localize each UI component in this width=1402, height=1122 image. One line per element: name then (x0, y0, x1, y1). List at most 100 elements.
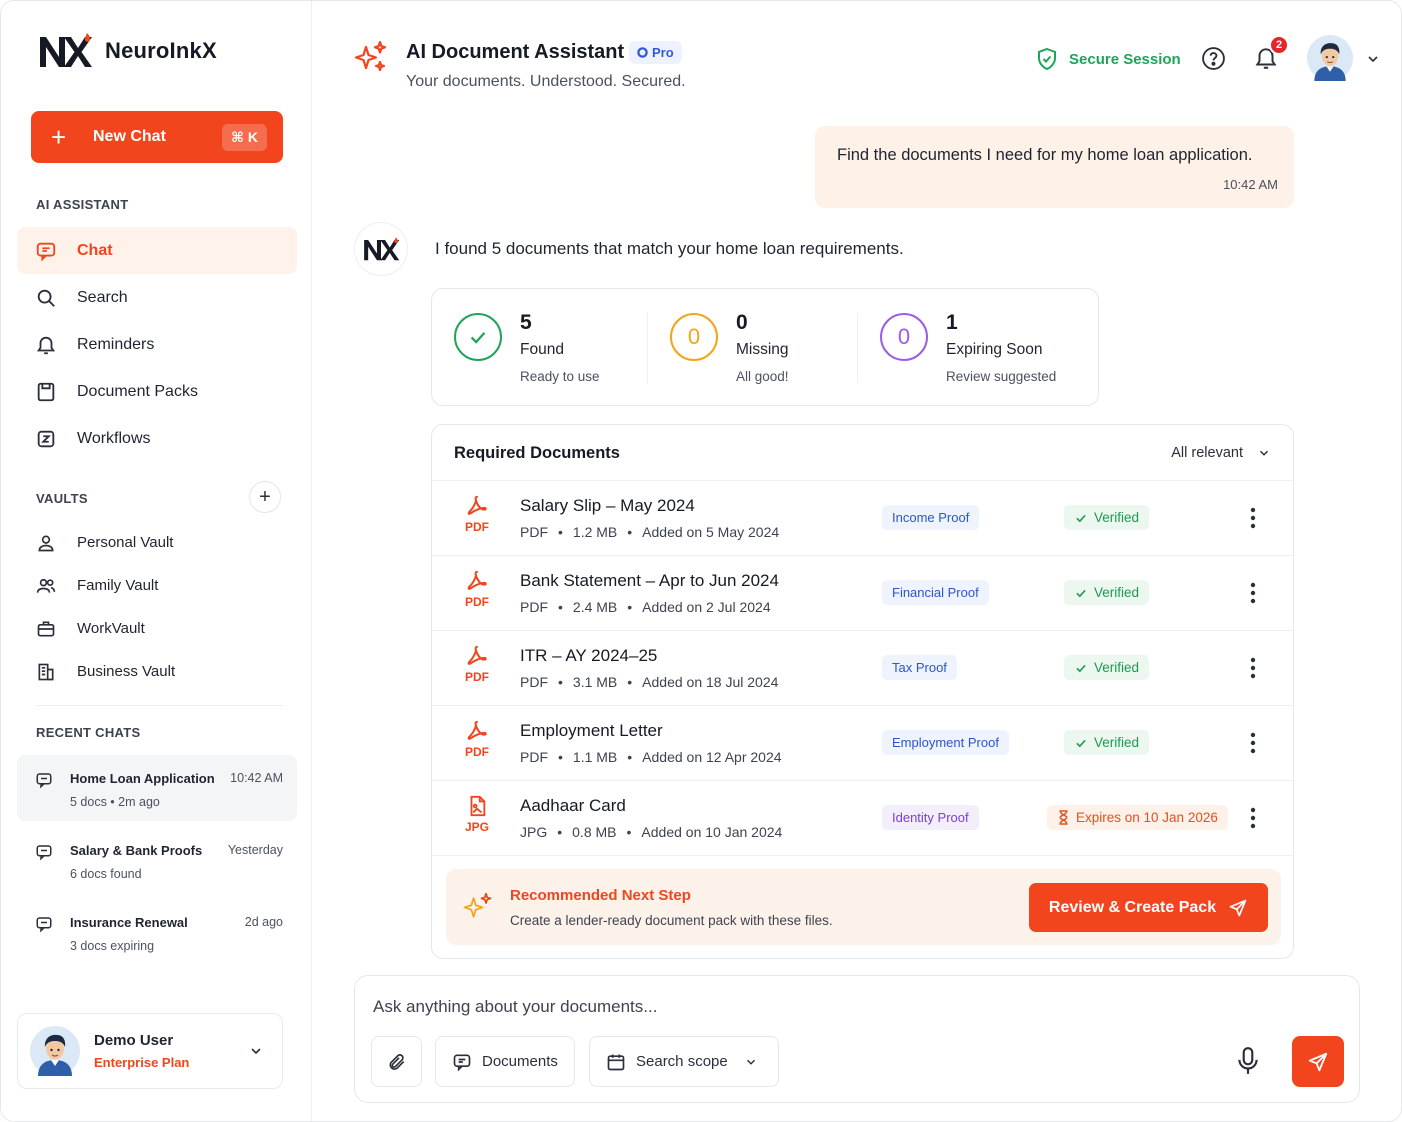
more-options-icon[interactable] (1250, 732, 1256, 754)
next-step-subtitle: Create a lender-ready document pack with… (510, 913, 833, 928)
review-create-pack-button[interactable]: Review & Create Pack (1029, 883, 1268, 932)
separator-dot: • (627, 524, 633, 540)
page-subtitle: Your documents. Understood. Secured. (406, 73, 686, 90)
sidebar-item-reminders[interactable]: Reminders (17, 321, 297, 368)
paperclip-icon (387, 1052, 407, 1072)
separator-dot: • (558, 674, 563, 690)
document-pack-icon (35, 381, 57, 403)
document-row[interactable]: PDF Salary Slip – May 2024 PDF • 1.2 MB • Adde… (432, 481, 1293, 556)
users-icon (35, 575, 57, 597)
composer-input[interactable]: Ask anything about your documents... (373, 997, 657, 1017)
relevance-filter-dropdown[interactable]: All relevant (1171, 445, 1271, 461)
document-row[interactable]: PDF Bank Statement – Apr to Jun 2024 PDF • 2… (432, 556, 1293, 631)
attach-button[interactable] (371, 1036, 422, 1087)
stat-label: Expiring Soon (946, 341, 1043, 358)
documents-button[interactable]: Documents (435, 1036, 575, 1087)
status-label: Verified (1094, 585, 1140, 600)
recent-chat-item[interactable]: Insurance Renewal 3 docs expiring 2d ago (17, 899, 297, 965)
brand[interactable]: NeuroInkX (37, 31, 217, 71)
document-added: Added on 2 Jul 2024 (642, 599, 771, 615)
recent-chat-title: Home Loan Application (70, 771, 215, 786)
vault-item-business[interactable]: Business Vault (17, 650, 297, 693)
vault-item-work[interactable]: WorkVault (17, 607, 297, 650)
verified-status-badge: Verified (1064, 505, 1150, 530)
recent-chat-item[interactable]: Salary & Bank Proofs 6 docs found Yester… (17, 827, 297, 893)
building-icon (35, 661, 57, 683)
vaults-section-title: VAULTS (36, 491, 88, 506)
separator-dot: • (627, 749, 633, 765)
more-options-icon[interactable] (1250, 657, 1256, 679)
stat-sub: Review suggested (946, 369, 1057, 384)
avatar[interactable] (1307, 35, 1353, 81)
sidebar-item-workflows[interactable]: Workflows (17, 415, 297, 462)
secure-session-label: Secure Session (1069, 50, 1181, 68)
document-name[interactable]: Salary Slip – May 2024 (520, 496, 695, 516)
stat-divider (857, 313, 858, 383)
ai-assistant-section-title: AI ASSISTANT (36, 197, 129, 212)
vault-item-label: Family Vault (77, 577, 159, 594)
document-size: 1.1 MB (572, 749, 618, 765)
chevron-down-icon (744, 1055, 758, 1069)
document-type: PDF (520, 749, 548, 765)
zero-circle-icon: 0 (880, 313, 928, 361)
assistant-avatar (354, 222, 408, 276)
document-meta: PDF • 1.2 MB • Added on 5 May 2024 (520, 524, 779, 540)
page-title: AI Document Assistant (406, 41, 625, 63)
verified-status-badge: Verified (1064, 730, 1150, 755)
vault-item-label: Personal Vault (77, 534, 174, 551)
document-size: 0.8 MB (572, 824, 617, 840)
avatar (30, 1026, 80, 1076)
more-options-icon[interactable] (1250, 582, 1256, 604)
document-type: JPG (520, 824, 548, 840)
bell-icon (35, 334, 57, 356)
plus-icon: + (259, 485, 271, 508)
category-tag: Income Proof (882, 505, 980, 530)
stat-divider (647, 313, 648, 383)
send-button[interactable] (1292, 1036, 1344, 1087)
chevron-down-icon[interactable] (1365, 51, 1381, 67)
search-icon (35, 287, 57, 309)
sidebar-item-search[interactable]: Search (17, 274, 297, 321)
message-composer[interactable]: Ask anything about your documents... Doc… (354, 975, 1360, 1103)
shortcut-badge: ⌘ K (222, 123, 267, 151)
documents-icon (452, 1052, 472, 1072)
verified-status-badge: Verified (1064, 655, 1150, 680)
document-size: 3.1 MB (572, 674, 618, 690)
vault-item-personal[interactable]: Personal Vault (17, 521, 297, 564)
check-icon (1074, 586, 1088, 600)
secure-session-indicator[interactable]: Secure Session (1035, 47, 1181, 71)
sidebar: NeuroInkX + New Chat ⌘ K AI ASSISTANT Ch… (1, 1, 312, 1121)
sidebar-item-label: Workflows (77, 429, 151, 447)
document-name[interactable]: ITR – AY 2024–25 (520, 646, 657, 666)
vault-item-family[interactable]: Family Vault (17, 564, 297, 607)
microphone-icon[interactable] (1235, 1046, 1261, 1076)
summary-stats-card: 5 Found Ready to use 0 0 Missing All goo… (431, 288, 1099, 406)
document-row[interactable]: JPG Aadhaar Card JPG • 0.8 MB • Added on 10 Ja… (432, 781, 1293, 856)
user-profile-card[interactable]: Demo User Enterprise Plan (17, 1013, 283, 1089)
more-options-icon[interactable] (1250, 807, 1256, 829)
file-type-label: PDF (465, 745, 489, 759)
sidebar-item-document-packs[interactable]: Document Packs (17, 368, 297, 415)
document-name[interactable]: Bank Statement – Apr to Jun 2024 (520, 571, 779, 591)
hourglass-icon (1057, 810, 1070, 825)
search-scope-dropdown[interactable]: Search scope (589, 1036, 779, 1087)
document-name[interactable]: Aadhaar Card (520, 796, 626, 816)
document-row[interactable]: PDF Employment Letter PDF • 1.1 MB • Added on … (432, 706, 1293, 781)
plus-icon: + (51, 122, 67, 152)
document-row[interactable]: PDF ITR – AY 2024–25 PDF • 3.1 MB • Added on 1… (432, 631, 1293, 706)
help-icon[interactable] (1201, 46, 1226, 71)
separator-dot: • (627, 599, 633, 615)
required-documents-header: Required Documents All relevant (432, 425, 1293, 481)
document-name[interactable]: Employment Letter (520, 721, 663, 741)
sidebar-item-chat[interactable]: Chat (17, 227, 297, 274)
button-label: Search scope (636, 1053, 728, 1070)
recent-chat-subtitle: 3 docs expiring (70, 939, 155, 953)
stat-expiring: 0 1 Expiring Soon Review suggested (880, 289, 1090, 407)
recent-chat-item[interactable]: Home Loan Application 5 docs • 2m ago 10… (17, 755, 297, 821)
image-file-icon: JPG (454, 795, 500, 834)
document-meta: PDF • 3.1 MB • Added on 18 Jul 2024 (520, 674, 778, 690)
more-options-icon[interactable] (1250, 507, 1256, 529)
new-chat-button[interactable]: + New Chat ⌘ K (31, 111, 283, 163)
stat-value: 0 (736, 311, 748, 334)
add-vault-button[interactable]: + (249, 481, 281, 513)
